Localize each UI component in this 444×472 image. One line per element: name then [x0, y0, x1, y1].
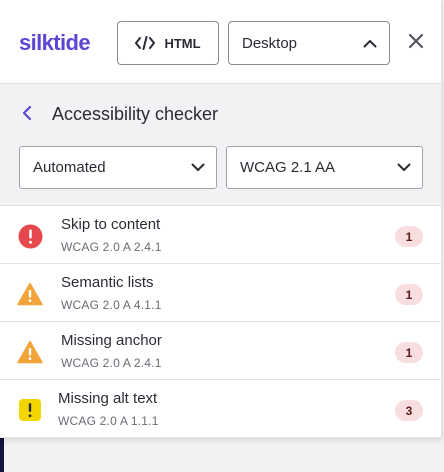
page-edge: [0, 438, 4, 472]
issue-list: Skip to content WCAG 2.0 A 2.4.1 1 Seman…: [0, 206, 441, 438]
issue-count-badge: 1: [395, 284, 423, 305]
accessibility-panel: silktide HTML Desktop Accessibility chec…: [0, 0, 442, 438]
issue-title: Missing alt text: [58, 390, 158, 407]
issue-row[interactable]: Semantic lists WCAG 2.0 A 4.1.1 1: [0, 264, 441, 322]
issue-count-badge: 1: [395, 342, 423, 363]
issue-row[interactable]: Missing alt text WCAG 2.0 A 1.1.1 3: [0, 380, 441, 438]
standard-filter-select[interactable]: WCAG 2.1 AA: [226, 146, 423, 189]
chevron-up-icon: [363, 35, 377, 52]
issue-criterion: WCAG 2.0 A 1.1.1: [58, 414, 159, 428]
alert-square-icon: [17, 397, 43, 423]
issue-title: Semantic lists: [61, 274, 154, 291]
issue-row[interactable]: Missing anchor WCAG 2.0 A 2.4.1 1: [0, 322, 441, 380]
issue-count-badge: 1: [395, 226, 423, 247]
issue-count-badge: 3: [395, 400, 423, 421]
mode-filter-value: Automated: [33, 159, 106, 176]
issue-row[interactable]: Skip to content WCAG 2.0 A 2.4.1 1: [0, 206, 441, 264]
issue-criterion: WCAG 2.0 A 2.4.1: [61, 356, 162, 370]
issue-title: Skip to content: [61, 216, 161, 233]
issue-criterion: WCAG 2.0 A 2.4.1: [61, 240, 162, 254]
error-circle-icon: [17, 223, 43, 249]
mode-filter-select[interactable]: Automated: [19, 146, 217, 189]
html-button-label: HTML: [164, 35, 201, 51]
close-icon: [408, 33, 424, 54]
warning-triangle-icon: [17, 339, 43, 365]
silktide-logo: silktide: [19, 30, 91, 55]
code-icon: [135, 36, 156, 50]
back-button[interactable]: [18, 104, 36, 126]
warning-triangle-icon: [17, 281, 43, 307]
chevron-down-icon: [397, 159, 411, 176]
html-button[interactable]: HTML: [117, 21, 219, 65]
checker-subheader: Accessibility checker Automated WCAG 2.1…: [0, 84, 441, 206]
page-title: Accessibility checker: [52, 104, 219, 124]
device-select[interactable]: Desktop: [228, 21, 390, 65]
standard-filter-value: WCAG 2.1 AA: [240, 159, 336, 176]
chevron-left-icon: [22, 105, 32, 126]
panel-header: silktide HTML Desktop: [0, 0, 441, 84]
chevron-down-icon: [191, 159, 205, 176]
close-button[interactable]: [403, 30, 429, 56]
issue-criterion: WCAG 2.0 A 4.1.1: [61, 298, 162, 312]
device-select-value: Desktop: [242, 34, 298, 52]
issue-title: Missing anchor: [61, 332, 162, 349]
